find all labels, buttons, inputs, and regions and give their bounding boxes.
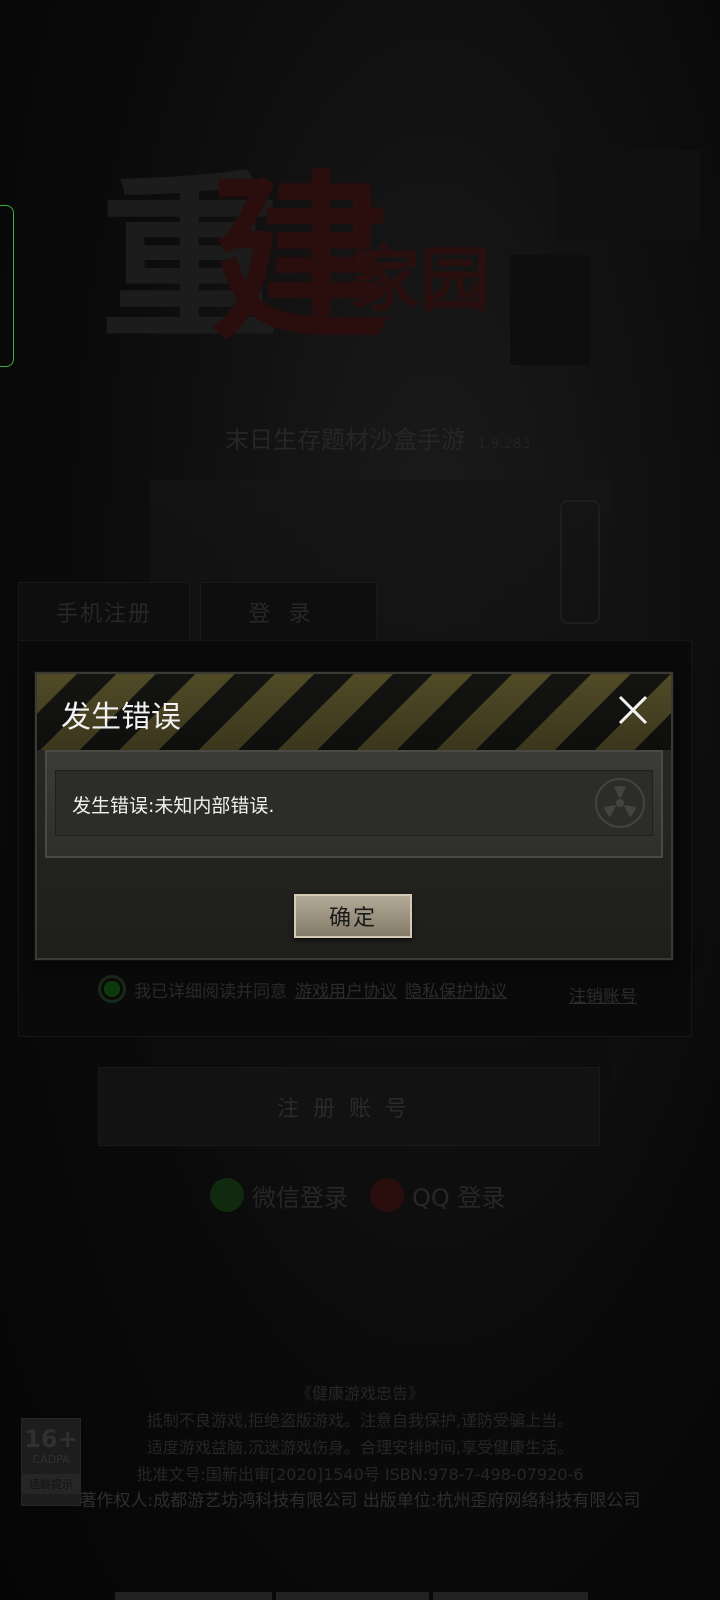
cancel-account-link[interactable]: 注销账号 [569, 982, 637, 1007]
privacy-agreement-link[interactable]: 隐私保护协议 [405, 977, 507, 1002]
dialog-title: 发生错误 [61, 700, 181, 735]
agreement-row: 我已详细阅读并同意 游戏用户协议 隐私保护协议 [98, 975, 507, 1003]
logo-silhouette [510, 255, 590, 365]
register-account-button[interactable]: 注册账号 [98, 1067, 600, 1146]
subtitle-text: 末日生存题材沙盒手游 [225, 426, 465, 454]
close-icon [618, 695, 648, 725]
footer-line-2: 适度游戏益脑,沉迷游戏伤身。合理安排时间,享受健康生活。 [146, 1438, 574, 1457]
game-subtitle: 末日生存题材沙盒手游 1.9.283 [225, 420, 530, 455]
error-dialog: 发生错误 发生错误:未知内部错误. 确定 [35, 672, 673, 960]
agree-checkbox[interactable] [98, 975, 126, 1003]
bottom-bar-segment-2 [276, 1592, 429, 1600]
background-pipe [560, 500, 600, 624]
footer-heading: 《健康游戏忠告》 [295, 1384, 424, 1403]
wechat-login-label: 微信登录 [252, 1183, 348, 1212]
radiation-icon [595, 778, 645, 828]
qq-login-button[interactable]: QQ 登录 [370, 1170, 505, 1220]
tab-login[interactable]: 登录 [200, 582, 377, 642]
health-notice: 《健康游戏忠告》 抵制不良游戏,拒绝盗版游戏。注意自我保护,谨防受骗上当。 适度… [0, 1380, 720, 1515]
footer-line-4: 著作权人:成都游艺坊鸿科技有限公司 出版单位:杭州歪府网络科技有限公司 [79, 1491, 641, 1511]
side-drawer-handle[interactable] [0, 205, 14, 367]
qq-icon [370, 1178, 404, 1212]
tab-phone-register[interactable]: 手机注册 [18, 582, 190, 642]
bottom-bar-segment-3 [433, 1592, 588, 1600]
agreement-prefix: 我已详细阅读并同意 [134, 981, 287, 1002]
bottom-bar-segment-1 [115, 1592, 272, 1600]
game-login-screen: 重 建 家园 末日生存题材沙盒手游 1.9.283 手机注册 登录 我已详细阅读并… [0, 0, 720, 1600]
version-label: 1.9.283 [477, 436, 531, 452]
game-logo: 重 建 家园 [100, 160, 620, 390]
error-message: 发生错误:未知内部错误. [72, 795, 275, 817]
qq-login-label: QQ 登录 [412, 1183, 506, 1212]
message-box: 发生错误:未知内部错误. [55, 770, 653, 836]
confirm-button[interactable]: 确定 [294, 894, 412, 938]
footer-line-1: 抵制不良游戏,拒绝盗版游戏。注意自我保护,谨防受骗上当。 [146, 1411, 574, 1430]
close-button[interactable] [613, 690, 653, 730]
dialog-header: 发生错误 [37, 674, 671, 750]
dialog-body: 发生错误:未知内部错误. [45, 750, 663, 858]
user-agreement-link[interactable]: 游戏用户协议 [295, 977, 397, 1002]
wechat-icon [210, 1178, 244, 1212]
logo-chars-small: 家园 [350, 238, 490, 321]
footer-line-3: 批准文号:国新出审[2020]1540号 ISBN:978-7-498-0792… [136, 1465, 584, 1484]
wechat-login-button[interactable]: 微信登录 [210, 1170, 348, 1220]
